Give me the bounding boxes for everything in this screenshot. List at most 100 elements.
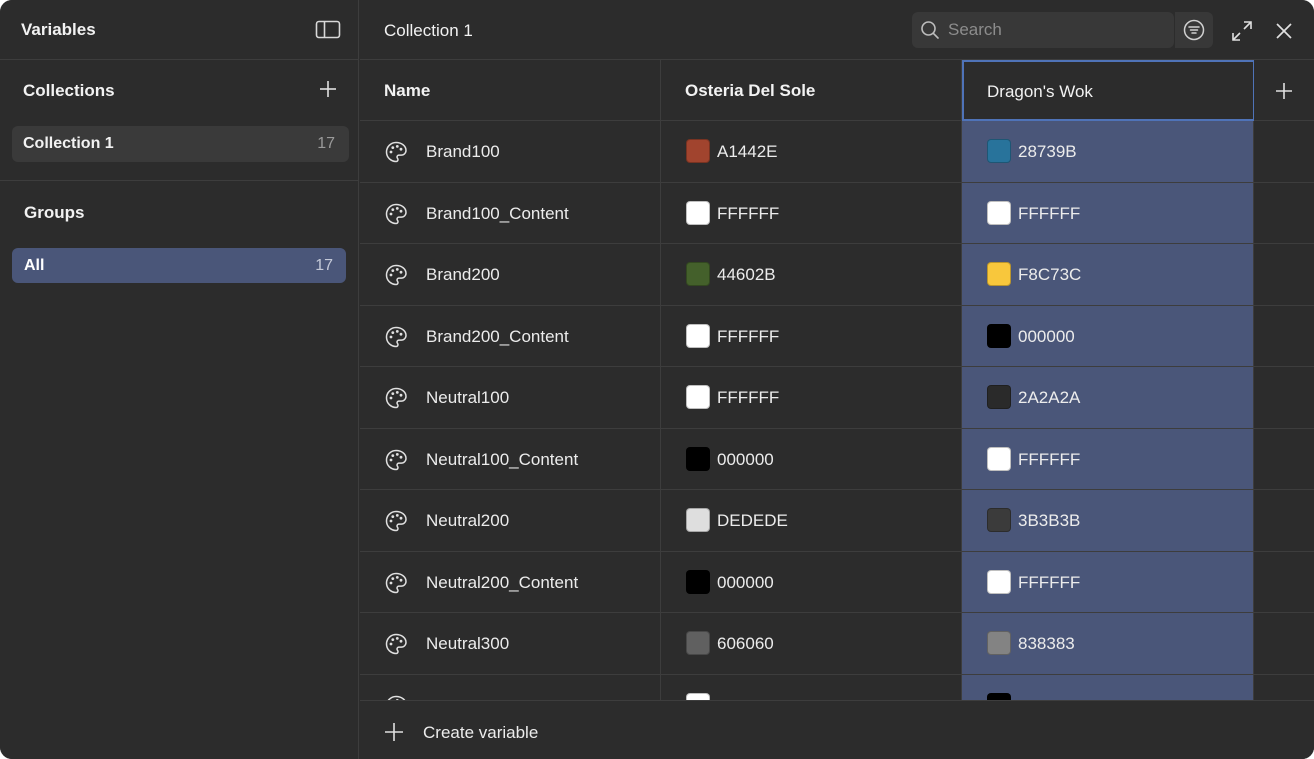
mode-1-value-cell[interactable] <box>661 674 962 700</box>
color-swatch[interactable] <box>686 631 710 655</box>
color-swatch[interactable] <box>686 692 710 700</box>
mode-2-value-cell[interactable]: FFFFFF <box>962 428 1254 489</box>
hex-value: 2A2A2A <box>1018 388 1081 407</box>
color-swatch[interactable] <box>987 139 1011 163</box>
table-footer: Create variable <box>360 700 1314 759</box>
mode-1-value-cell[interactable]: A1442E <box>661 121 962 182</box>
add-mode-icon[interactable] <box>1274 81 1294 101</box>
color-swatch[interactable] <box>987 508 1011 532</box>
table-row[interactable]: Neutral100_Content 000000 FFFFFF <box>360 428 1314 490</box>
table-row[interactable]: Brand100_Content FFFFFF FFFFFF <box>360 182 1314 244</box>
hex-value: FFFFFF <box>717 326 780 346</box>
mode-name-input[interactable] <box>987 80 1237 104</box>
mode-2-value-cell[interactable]: FFFFFF <box>962 551 1254 612</box>
main-header: Collection 1 <box>360 0 1314 60</box>
sidebar-header: Variables <box>0 0 359 60</box>
color-swatch[interactable] <box>987 323 1011 348</box>
color-swatch[interactable] <box>686 569 710 594</box>
add-collection-icon[interactable] <box>317 78 339 100</box>
name-cell: Neutral100 <box>360 367 661 428</box>
mode-1-value-cell[interactable]: FFFFFF <box>661 182 962 243</box>
palette-icon <box>384 140 408 164</box>
sidebar-toggle-icon[interactable] <box>315 19 341 41</box>
color-swatch[interactable] <box>686 323 710 348</box>
variable-name: Neutral100_Content <box>426 449 579 469</box>
mode-1-value-cell[interactable]: 000000 <box>661 428 962 489</box>
column-header-mode-2[interactable] <box>962 60 1254 121</box>
palette-icon <box>384 386 408 410</box>
hex-value: 838383 <box>1018 634 1075 653</box>
variable-name: Neutral300 <box>426 634 510 653</box>
variable-name: Brand100 <box>426 142 500 161</box>
palette-icon <box>384 325 408 349</box>
color-swatch[interactable] <box>686 508 710 532</box>
color-swatch[interactable] <box>987 200 1011 225</box>
mode-2-value-cell[interactable]: FFFFFF <box>962 182 1254 243</box>
filter-button[interactable] <box>1175 12 1213 48</box>
name-cell: Neutral200_Content <box>360 551 661 612</box>
group-count: 17 <box>315 257 333 274</box>
collections-header: Collections <box>0 60 359 120</box>
mode-2-value-cell[interactable]: 3B3B3B <box>962 490 1254 551</box>
variable-name: Brand100_Content <box>426 203 569 223</box>
table-body: Brand100 A1442E 28739B Brand100_Content <box>360 121 1314 700</box>
collection-label: Collection 1 <box>23 135 114 152</box>
table-row[interactable]: Brand200 44602B F8C73C <box>360 244 1314 306</box>
hex-value: FFFFFF <box>1018 449 1081 469</box>
group-label: All <box>24 257 45 274</box>
search-icon <box>920 20 940 40</box>
color-swatch[interactable] <box>686 200 710 225</box>
close-icon[interactable] <box>1272 19 1296 43</box>
mode-1-value-cell[interactable]: 606060 <box>661 613 962 674</box>
color-swatch[interactable] <box>987 385 1011 409</box>
column-header-name[interactable]: Name <box>360 60 661 121</box>
column-header-mode-1[interactable]: Osteria Del Sole <box>661 60 962 121</box>
palette-icon <box>384 632 408 656</box>
color-swatch[interactable] <box>987 692 1011 700</box>
color-swatch[interactable] <box>987 262 1011 286</box>
mode-1-value-cell[interactable]: DEDEDE <box>661 490 962 551</box>
color-swatch[interactable] <box>987 446 1011 471</box>
expand-icon[interactable] <box>1230 19 1254 43</box>
mode-2-value-cell[interactable]: F8C73C <box>962 244 1254 305</box>
color-swatch[interactable] <box>686 385 710 409</box>
mode-2-value-cell[interactable]: 000000 <box>962 305 1254 366</box>
table-row[interactable]: Neutral100 FFFFFF 2A2A2A <box>360 367 1314 429</box>
color-swatch[interactable] <box>686 139 710 163</box>
mode-2-value-cell[interactable]: 28739B <box>962 121 1254 182</box>
color-swatch[interactable] <box>987 569 1011 594</box>
palette-icon <box>384 202 408 226</box>
hex-value: F8C73C <box>1018 265 1082 284</box>
table-row[interactable] <box>360 674 1314 700</box>
create-variable-label: Create variable <box>423 723 539 742</box>
mode-2-value-cell[interactable]: 838383 <box>962 613 1254 674</box>
mode-1-value-cell[interactable]: 000000 <box>661 551 962 612</box>
variable-name: Neutral200 <box>426 511 510 530</box>
color-swatch[interactable] <box>686 446 710 471</box>
sidebar-item-collection-1[interactable]: Collection 1 17 <box>12 126 349 162</box>
hex-value: FFFFFF <box>717 203 780 223</box>
create-variable-button[interactable]: Create variable <box>384 720 584 744</box>
hex-value: 28739B <box>1018 142 1077 161</box>
mode-1-value-cell[interactable]: FFFFFF <box>661 305 962 366</box>
table-row[interactable]: Neutral300 606060 838383 <box>360 613 1314 675</box>
column-name-label: Name <box>384 81 431 100</box>
table-row[interactable]: Brand100 A1442E 28739B <box>360 121 1314 183</box>
palette-icon <box>384 448 408 472</box>
table-row[interactable]: Neutral200_Content 000000 FFFFFF <box>360 551 1314 613</box>
mode-2-value-cell[interactable]: 2A2A2A <box>962 367 1254 428</box>
column-mode-1-label: Osteria Del Sole <box>685 81 816 100</box>
hex-value: FFFFFF <box>1018 203 1081 223</box>
table-row[interactable]: Neutral200 DEDEDE 3B3B3B <box>360 490 1314 552</box>
collection-count: 17 <box>317 135 335 152</box>
mode-2-value-cell[interactable] <box>962 674 1254 700</box>
mode-1-value-cell[interactable]: 44602B <box>661 244 962 305</box>
table-row[interactable]: Brand200_Content FFFFFF 000000 <box>360 305 1314 367</box>
search-input[interactable] <box>948 18 1170 42</box>
color-swatch[interactable] <box>686 262 710 286</box>
sidebar-item-all[interactable]: All 17 <box>12 248 346 283</box>
color-swatch[interactable] <box>987 631 1011 655</box>
name-cell: Brand100 <box>360 121 661 182</box>
mode-1-value-cell[interactable]: FFFFFF <box>661 367 962 428</box>
plus-icon <box>385 723 403 741</box>
